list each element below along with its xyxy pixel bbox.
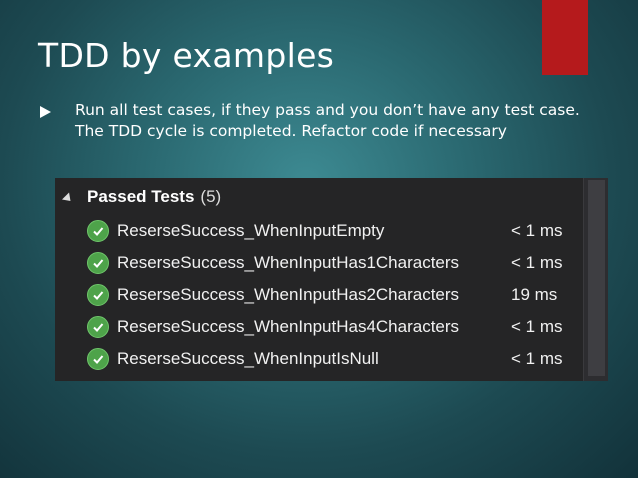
test-row[interactable]: ReserseSuccess_WhenInputIsNull < 1 ms [87,345,577,373]
test-name: ReserseSuccess_WhenInputEmpty [117,221,385,240]
test-row[interactable]: ReserseSuccess_WhenInputEmpty < 1 ms [87,217,577,245]
passed-check-icon [87,316,109,338]
test-explorer-panel: Passed Tests (5) ReserseSuccess_WhenInpu… [55,178,608,381]
slide-title: TDD by examples [38,36,335,75]
test-row[interactable]: ReserseSuccess_WhenInputHas4Characters <… [87,313,577,341]
test-duration: < 1 ms [511,253,563,272]
collapse-triangle-icon[interactable] [61,191,75,205]
passed-tests-group-header[interactable]: Passed Tests (5) [61,187,222,207]
passed-check-icon [87,284,109,306]
passed-check-icon [87,220,109,242]
group-count: (5) [200,187,222,206]
passed-check-icon [87,252,109,274]
test-row[interactable]: ReserseSuccess_WhenInputHas2Characters 1… [87,281,577,309]
bullet-arrow-icon [40,106,51,118]
test-duration: < 1 ms [511,349,563,368]
scrollbar-thumb[interactable] [588,180,605,376]
test-name: ReserseSuccess_WhenInputHas4Characters [117,317,460,336]
test-duration: < 1 ms [511,221,563,240]
passed-check-icon [87,348,109,370]
test-duration: < 1 ms [511,317,563,336]
group-label: Passed Tests [87,187,195,206]
vertical-scrollbar[interactable] [583,178,608,381]
bullet-text: Run all test cases, if they pass and you… [75,101,580,140]
test-row[interactable]: ReserseSuccess_WhenInputHas1Characters <… [87,249,577,277]
accent-bar [542,0,588,75]
test-name: ReserseSuccess_WhenInputHas2Characters [117,285,460,304]
test-duration: 19 ms [511,285,558,304]
bullet-point: Run all test cases, if they pass and you… [40,100,600,142]
test-name: ReserseSuccess_WhenInputHas1Characters [117,253,460,272]
test-name: ReserseSuccess_WhenInputIsNull [117,349,379,368]
